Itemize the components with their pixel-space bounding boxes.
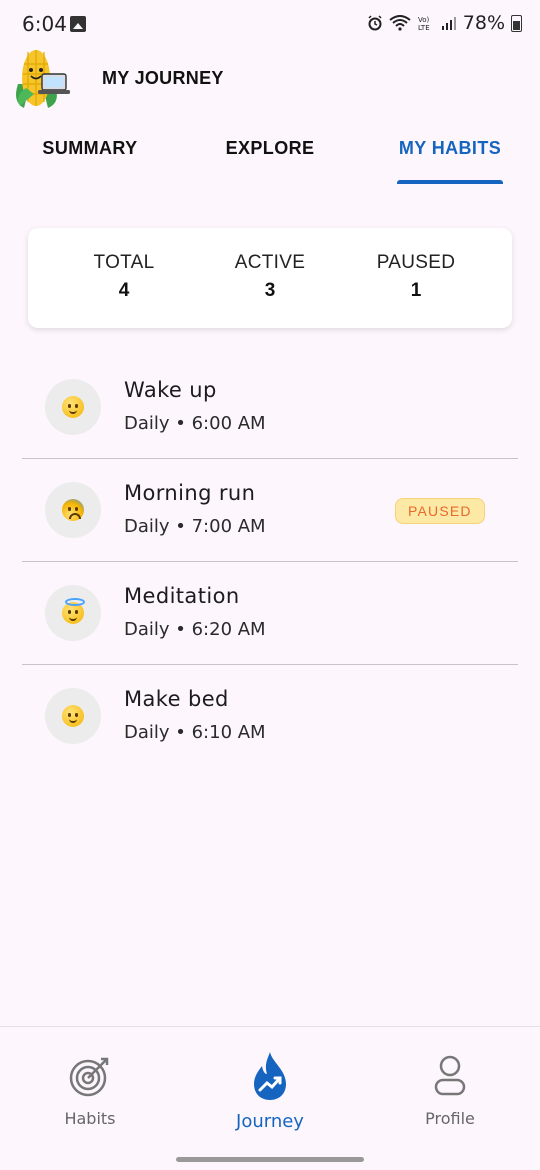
active-tab-indicator [397,180,503,184]
habit-avatar [45,482,101,538]
screen: 6:04 Vo) LTE 78% MY JOURNEY SUMMARY EXPL… [0,0,540,1170]
tab-bar: SUMMARY EXPLORE MY HABITS [0,128,540,186]
habit-item-make-bed[interactable]: Make bed Daily • 6:10 AM [22,665,518,767]
habit-avatar [45,585,101,641]
habit-schedule: Daily • 7:00 AM [124,516,266,537]
stat-total: TOTAL 4 [64,252,184,302]
stat-active-label: ACTIVE [234,252,306,273]
corn-mascot-logo [10,44,70,110]
gallery-icon [70,16,86,32]
volte-icon: Vo) LTE [417,15,435,31]
habit-schedule: Daily • 6:00 AM [124,413,266,434]
status-icons: Vo) LTE 78% [367,12,522,34]
home-indicator[interactable] [176,1157,364,1162]
stat-total-value: 4 [118,280,130,301]
habit-item-wake-up[interactable]: Wake up Daily • 6:00 AM [22,356,518,459]
habit-schedule: Daily • 6:10 AM [124,722,266,743]
target-icon [20,1051,160,1101]
stat-active-value: 3 [264,280,276,301]
habit-name: Meditation [124,584,240,608]
habit-item-morning-run[interactable]: Morning run Daily • 7:00 AM PAUSED [22,459,518,562]
habit-stats-card: TOTAL 4 ACTIVE 3 PAUSED 1 [28,228,512,328]
slightly-smiling-face-icon [62,705,84,727]
tab-explore[interactable]: EXPLORE [210,138,330,159]
battery-percent: 78% [462,12,505,34]
page-title: MY JOURNEY [102,68,224,88]
nav-label-journey: Journey [236,1111,304,1132]
habit-list: Wake up Daily • 6:00 AM Morning run Dail… [22,356,518,767]
stat-paused-label: PAUSED [376,252,456,273]
habit-schedule: Daily • 6:20 AM [124,619,266,640]
tab-summary[interactable]: SUMMARY [30,138,150,159]
stat-active: ACTIVE 3 [210,252,330,302]
habit-item-meditation[interactable]: Meditation Daily • 6:20 AM [22,562,518,665]
person-icon [380,1051,520,1101]
habit-name: Morning run [124,481,256,505]
nav-label-habits: Habits [64,1109,116,1128]
smiling-face-with-halo-icon [62,598,85,624]
alarm-icon [367,15,383,31]
stat-paused-value: 1 [410,280,422,301]
anxious-face-icon [62,499,84,521]
nav-label-profile: Profile [425,1109,475,1128]
tab-my-habits[interactable]: MY HABITS [390,138,510,159]
status-time: 6:04 [22,12,67,36]
svg-text:LTE: LTE [418,24,430,31]
habit-name: Make bed [124,687,229,711]
habit-avatar [45,379,101,435]
wifi-icon [389,15,411,31]
nav-item-profile[interactable]: Profile [380,1051,520,1128]
habit-avatar [45,688,101,744]
signal-icon [441,15,457,31]
habit-name: Wake up [124,378,217,402]
bottom-navigation: Habits Journey Profile [0,1026,540,1170]
stat-paused: PAUSED 1 [356,252,476,302]
battery-icon [511,14,522,32]
svg-text:Vo): Vo) [418,16,430,24]
nav-item-journey[interactable]: Journey [200,1051,340,1132]
paused-status-badge: PAUSED [395,498,485,524]
app-bar: MY JOURNEY [0,44,540,114]
stat-total-label: TOTAL [93,252,155,273]
flame-trend-icon [200,1051,340,1101]
slightly-smiling-face-icon [62,396,84,418]
nav-item-habits[interactable]: Habits [20,1051,160,1128]
